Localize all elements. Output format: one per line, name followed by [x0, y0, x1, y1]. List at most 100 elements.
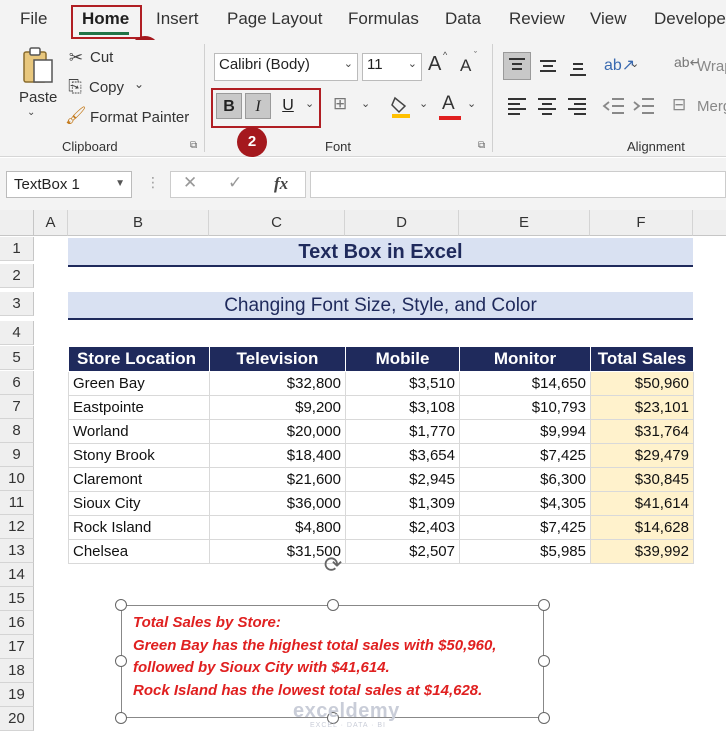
sheet-title[interactable]: Text Box in Excel: [68, 238, 693, 267]
column-header-a[interactable]: A: [34, 210, 68, 236]
insert-function-button[interactable]: fx: [274, 174, 288, 194]
store-cell[interactable]: Green Bay: [68, 371, 210, 396]
tab-view[interactable]: View: [590, 9, 627, 29]
orientation-dropdown-icon[interactable]: ⌄: [630, 57, 639, 70]
sales-cell[interactable]: $9,994: [459, 419, 591, 444]
column-header-f[interactable]: F: [590, 210, 693, 236]
font-family-select[interactable]: Calibri (Body) ⌄: [214, 53, 358, 81]
row-header[interactable]: 20: [0, 707, 34, 731]
table-header[interactable]: Total Sales: [590, 346, 694, 372]
row-header[interactable]: 7: [0, 395, 34, 419]
row-header[interactable]: 17: [0, 635, 34, 659]
font-color-dropdown-icon[interactable]: ⌄: [467, 97, 476, 110]
row-header[interactable]: 19: [0, 683, 34, 707]
borders-icon[interactable]: ⊞: [333, 94, 347, 114]
tab-data[interactable]: Data: [445, 9, 481, 29]
sales-cell[interactable]: $10,793: [459, 395, 591, 420]
row-header[interactable]: 12: [0, 515, 34, 539]
align-bottom-icon[interactable]: [565, 54, 591, 80]
sheet-subtitle[interactable]: Changing Font Size, Style, and Color: [68, 292, 693, 320]
sales-cell[interactable]: $2,403: [345, 515, 460, 540]
tab-developer[interactable]: Develope: [654, 9, 726, 29]
total-cell[interactable]: $41,614: [590, 491, 694, 516]
shrink-font-button[interactable]: A: [460, 56, 471, 76]
tab-page-layout[interactable]: Page Layout: [227, 9, 322, 29]
store-cell[interactable]: Worland: [68, 419, 210, 444]
fill-color-dropdown-icon[interactable]: ⌄: [419, 97, 428, 110]
sales-cell[interactable]: $9,200: [209, 395, 346, 420]
copy-dropdown-icon[interactable]: ⌄: [134, 77, 144, 91]
sales-cell[interactable]: $14,650: [459, 371, 591, 396]
row-header[interactable]: 10: [0, 467, 34, 491]
sales-cell[interactable]: $1,309: [345, 491, 460, 516]
fill-color-icon[interactable]: [390, 94, 412, 118]
sales-cell[interactable]: $4,800: [209, 515, 346, 540]
select-all-corner[interactable]: [0, 210, 34, 236]
row-header[interactable]: 2: [0, 264, 34, 288]
row-header[interactable]: 18: [0, 659, 34, 683]
column-header-d[interactable]: D: [345, 210, 459, 236]
resize-handle-top-right[interactable]: [538, 599, 550, 611]
total-cell[interactable]: $23,101: [590, 395, 694, 420]
sales-cell[interactable]: $5,985: [459, 539, 591, 564]
row-header[interactable]: 11: [0, 491, 34, 515]
sales-cell[interactable]: $36,000: [209, 491, 346, 516]
paste-button[interactable]: Paste: [19, 89, 57, 106]
resize-handle-top-left[interactable]: [115, 599, 127, 611]
tab-review[interactable]: Review: [509, 9, 565, 29]
row-header[interactable]: 15: [0, 587, 34, 611]
store-cell[interactable]: Claremont: [68, 467, 210, 492]
total-cell[interactable]: $30,845: [590, 467, 694, 492]
resize-handle-top[interactable]: [327, 599, 339, 611]
resize-handle-right[interactable]: [538, 655, 550, 667]
sales-cell[interactable]: $2,507: [345, 539, 460, 564]
sales-cell[interactable]: $2,945: [345, 467, 460, 492]
resize-handle-bottom-right[interactable]: [538, 712, 550, 724]
formula-input[interactable]: [310, 171, 726, 198]
wrap-text-button[interactable]: Wrap: [697, 58, 726, 75]
store-cell[interactable]: Eastpointe: [68, 395, 210, 420]
borders-dropdown-icon[interactable]: ⌄: [361, 97, 370, 110]
row-header[interactable]: 1: [0, 237, 34, 261]
store-cell[interactable]: Chelsea: [68, 539, 210, 564]
row-header[interactable]: 8: [0, 419, 34, 443]
row-header[interactable]: 16: [0, 611, 34, 635]
store-cell[interactable]: Sioux City: [68, 491, 210, 516]
paste-dropdown-icon[interactable]: ⌄: [27, 107, 35, 118]
column-header-e[interactable]: E: [459, 210, 590, 236]
store-cell[interactable]: Stony Brook: [68, 443, 210, 468]
align-left-icon[interactable]: [505, 94, 529, 118]
name-box[interactable]: TextBox 1 ▼: [6, 171, 132, 198]
sales-cell[interactable]: $4,305: [459, 491, 591, 516]
row-header[interactable]: 3: [0, 292, 34, 316]
resize-handle-bottom-left[interactable]: [115, 712, 127, 724]
sales-cell[interactable]: $1,770: [345, 419, 460, 444]
tab-formulas[interactable]: Formulas: [348, 9, 419, 29]
total-cell[interactable]: $14,628: [590, 515, 694, 540]
tab-file[interactable]: File: [20, 9, 47, 29]
cut-button[interactable]: Cut: [90, 49, 113, 66]
grow-font-button[interactable]: A: [428, 53, 441, 76]
decrease-indent-icon[interactable]: [602, 94, 626, 118]
format-painter-button[interactable]: Format Painter: [90, 109, 189, 126]
sales-cell[interactable]: $3,108: [345, 395, 460, 420]
row-header[interactable]: 14: [0, 563, 34, 587]
row-header[interactable]: 9: [0, 443, 34, 467]
sales-cell[interactable]: $21,600: [209, 467, 346, 492]
total-cell[interactable]: $39,992: [590, 539, 694, 564]
row-header[interactable]: 5: [0, 346, 34, 370]
store-cell[interactable]: Rock Island: [68, 515, 210, 540]
font-color-button[interactable]: A: [442, 93, 455, 115]
table-header[interactable]: Television: [209, 346, 346, 372]
align-center-icon[interactable]: [535, 94, 559, 118]
resize-handle-left[interactable]: [115, 655, 127, 667]
align-right-icon[interactable]: [565, 94, 589, 118]
row-header[interactable]: 4: [0, 321, 34, 345]
total-cell[interactable]: $50,960: [590, 371, 694, 396]
table-header[interactable]: Monitor: [459, 346, 591, 372]
sales-cell[interactable]: $7,425: [459, 443, 591, 468]
copy-button[interactable]: Copy: [89, 79, 124, 96]
confirm-entry-icon[interactable]: ✓: [228, 173, 242, 193]
sales-cell[interactable]: $20,000: [209, 419, 346, 444]
sales-cell[interactable]: $32,800: [209, 371, 346, 396]
